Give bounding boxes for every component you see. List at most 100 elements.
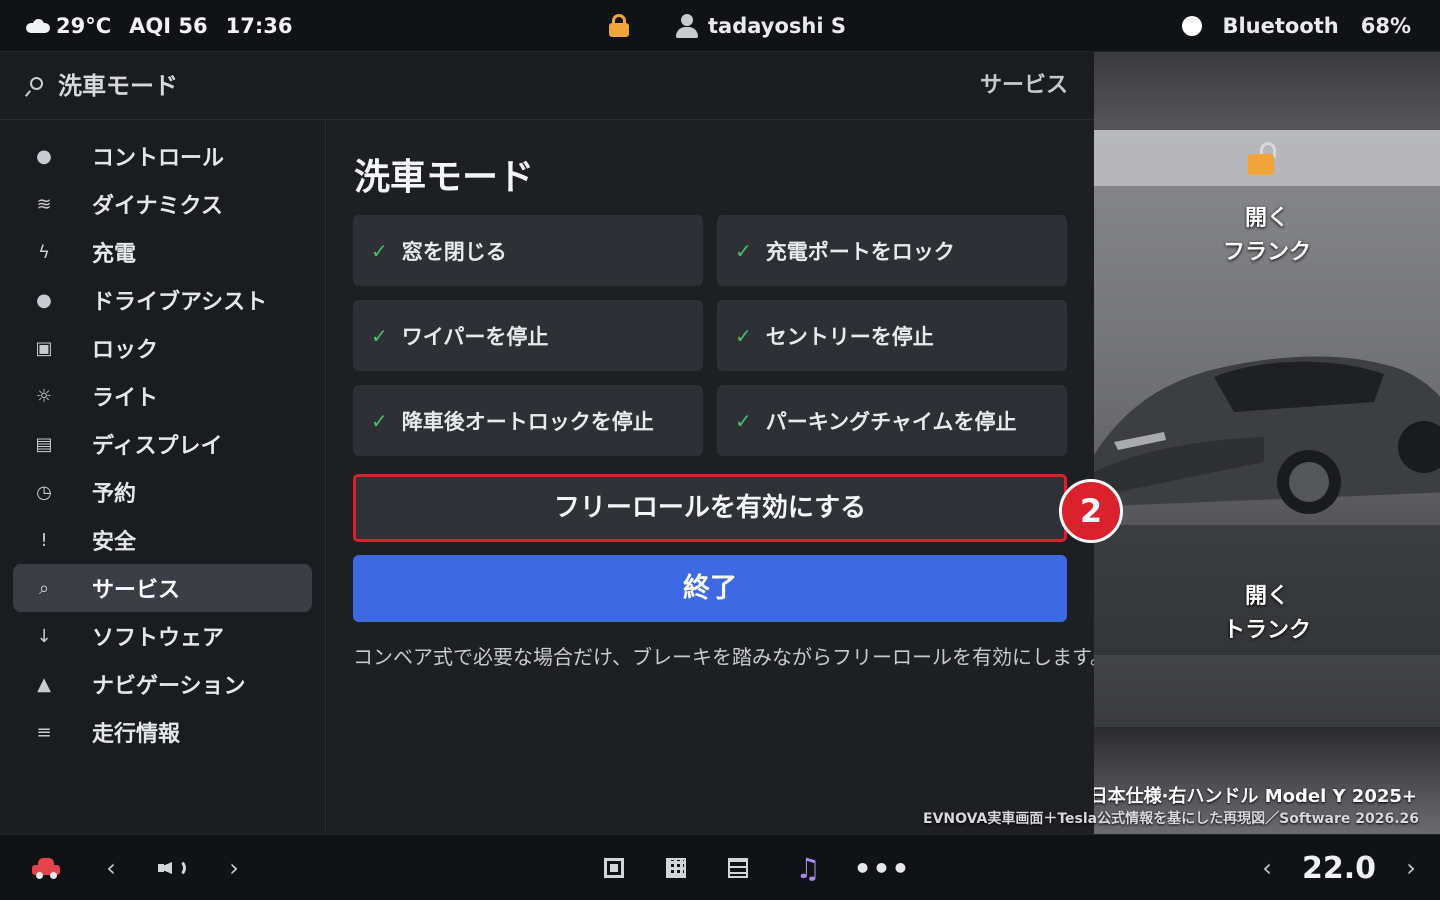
sidebar-item-label: ナビゲーション — [92, 674, 246, 699]
sidebar-item-label: ロック — [92, 338, 159, 363]
car-wash-mode-panel: 洗車モード ✓ 窓を閉じる ✓ 充電ポートをロック ✓ ワイパーを停止 ✓ セントリーを… — [327, 120, 1110, 834]
enable-free-roll-button[interactable]: フリーロールを有効にする — [353, 474, 1067, 542]
sidebar-item-dynamics[interactable]: ≋ ダイナミクス — [13, 180, 312, 228]
photo-top-edge — [1094, 52, 1440, 130]
checklist-label: 窓を閉じる — [401, 239, 507, 264]
temp-down-chevron-icon[interactable]: ‹ — [1256, 835, 1278, 900]
grid-app-icon[interactable] — [664, 835, 688, 900]
clock: 17:36 — [225, 14, 293, 38]
checklist-label: パーキングチャイムを停止 — [765, 409, 1017, 434]
controls-icon: ● — [36, 145, 52, 167]
user-name[interactable]: tadayoshi S — [708, 14, 846, 38]
checklist-label: 降車後オートロックを停止 — [401, 409, 654, 434]
frunk-open-button[interactable]: 開く フランク — [1212, 202, 1322, 270]
square-app-icon[interactable] — [602, 835, 626, 900]
car-image — [1094, 356, 1440, 514]
checklist-item: ✓ 充電ポートをロック — [717, 215, 1067, 286]
sidebar-item-safety[interactable]: ! 安全 — [13, 516, 312, 564]
volume-icon[interactable] — [157, 835, 189, 900]
exit-car-wash-button[interactable]: 終了 — [353, 555, 1067, 622]
user-icon[interactable] — [676, 13, 698, 39]
sidebar-item-charging[interactable]: ϟ 充電 — [13, 228, 312, 276]
clock-icon: ◷ — [36, 481, 52, 503]
search-input[interactable]: 洗車モード — [58, 52, 178, 120]
sidebar-item-label: サービス — [92, 578, 181, 603]
more-apps-icon[interactable]: ••• — [854, 835, 910, 900]
sidebar-item-lights[interactable]: ☼ ライト — [13, 372, 312, 420]
download-icon: ↓ — [36, 625, 52, 647]
settings-sidebar: ● コントロール ≋ ダイナミクス ϟ 充電 ● ドライブアシスト ▣ ロック ☼ ライト … — [0, 120, 326, 834]
frunk-unlock-icon[interactable] — [1248, 142, 1278, 176]
check-icon: ✓ — [735, 408, 752, 433]
battery-level: 68% — [1360, 14, 1411, 38]
bluetooth-status-icon — [1182, 16, 1203, 36]
lock-square-icon: ▣ — [35, 337, 53, 359]
sidebar-item-schedule[interactable]: ◷ 予約 — [13, 468, 312, 516]
settings-search-bar: 洗車モード サービス — [0, 52, 1094, 120]
safety-icon: ! — [40, 529, 48, 551]
dynamics-icon: ≋ — [36, 193, 52, 215]
checklist-label: セントリーを停止 — [765, 324, 934, 349]
lock-icon[interactable] — [608, 14, 630, 38]
charging-icon: ϟ — [38, 241, 50, 263]
bottom-dock: ‹ › ♫ ••• ‹ 22.0 › — [0, 834, 1440, 900]
sidebar-item-label: ライト — [92, 386, 159, 411]
status-center: tadayoshi S — [608, 0, 846, 52]
trunk-label: トランク — [1222, 618, 1311, 643]
trunk-open-label: 開く — [1244, 584, 1289, 609]
cloud-icon — [26, 19, 50, 33]
status-right: Bluetooth 68% — [1182, 0, 1411, 52]
checklist-item: ✓ ワイパーを停止 — [353, 300, 703, 371]
check-icon: ✓ — [735, 238, 752, 263]
sidebar-item-locks[interactable]: ▣ ロック — [13, 324, 312, 372]
steering-icon: ● — [36, 289, 52, 311]
free-roll-note: コンベア式で必要な場合だけ、ブレーキを踏みながらフリーロールを有効にします。 — [353, 645, 1110, 669]
checklist-label: 充電ポートをロック — [765, 239, 955, 264]
sidebar-item-label: ダイナミクス — [92, 194, 223, 219]
light-icon: ☼ — [35, 385, 53, 407]
status-bar: 29°C AQI 56 17:36 tadayoshi S Bluetooth … — [0, 0, 1440, 52]
wrench-icon: ⌕ — [38, 577, 50, 599]
trips-icon: ≡ — [36, 721, 52, 743]
sidebar-item-controls[interactable]: ● コントロール — [13, 132, 312, 180]
volume-down-chevron-icon[interactable]: ‹ — [100, 835, 122, 900]
checklist-grid: ✓ 窓を閉じる ✓ 充電ポートをロック ✓ ワイパーを停止 ✓ セントリーを停止 ✓ 降車… — [353, 215, 1067, 456]
check-icon: ✓ — [371, 408, 388, 433]
check-icon: ✓ — [735, 323, 752, 348]
cabin-temperature[interactable]: 22.0 — [1300, 835, 1378, 900]
sidebar-item-label: 走行情報 — [92, 722, 181, 747]
credit-caption: EVNOVA実車画面＋Tesla公式情報を基にした再現図／Software 20… — [923, 811, 1420, 827]
list-app-icon[interactable] — [726, 835, 750, 900]
weather[interactable]: 29°C — [26, 14, 111, 38]
sidebar-item-label: 安全 — [92, 530, 137, 555]
page-title: 洗車モード — [354, 157, 535, 198]
check-icon: ✓ — [371, 238, 388, 263]
volume-up-chevron-icon[interactable]: › — [223, 835, 245, 900]
sidebar-item-navigation[interactable]: ▲ ナビゲーション — [13, 660, 312, 708]
sidebar-item-service[interactable]: ⌕ サービス — [13, 564, 312, 612]
header-section-label: サービス — [979, 73, 1068, 98]
bluetooth-label[interactable]: Bluetooth — [1222, 14, 1338, 38]
display-icon: ▤ — [35, 433, 53, 455]
search-icon[interactable] — [24, 77, 44, 97]
sidebar-item-label: ドライブアシスト — [92, 290, 268, 315]
music-icon[interactable]: ♫ — [790, 835, 826, 900]
trunk-open-button[interactable]: 開く トランク — [1212, 580, 1322, 648]
sidebar-item-trips[interactable]: ≡ 走行情報 — [13, 708, 312, 756]
sidebar-item-software[interactable]: ↓ ソフトウェア — [13, 612, 312, 660]
sidebar-item-label: 充電 — [92, 242, 137, 267]
sidebar-item-label: ソフトウェア — [92, 626, 225, 651]
navigation-icon: ▲ — [37, 673, 51, 695]
checklist-label: ワイパーを停止 — [401, 324, 549, 349]
sidebar-item-display[interactable]: ▤ ディスプレイ — [13, 420, 312, 468]
step-number-badge: 2 — [1059, 479, 1123, 543]
check-icon: ✓ — [371, 323, 388, 348]
frunk-open-label: 開く — [1244, 206, 1289, 231]
sidebar-item-drive-assist[interactable]: ● ドライブアシスト — [13, 276, 312, 324]
sidebar-item-label: ディスプレイ — [92, 434, 223, 459]
model-caption: 日本仕様·右ハンドル Model Y 2025+ — [1094, 786, 1417, 807]
car-icon[interactable] — [30, 835, 62, 900]
temp-up-chevron-icon[interactable]: › — [1400, 835, 1422, 900]
sidebar-item-label: コントロール — [92, 146, 225, 171]
frunk-label: フランク — [1222, 240, 1311, 265]
